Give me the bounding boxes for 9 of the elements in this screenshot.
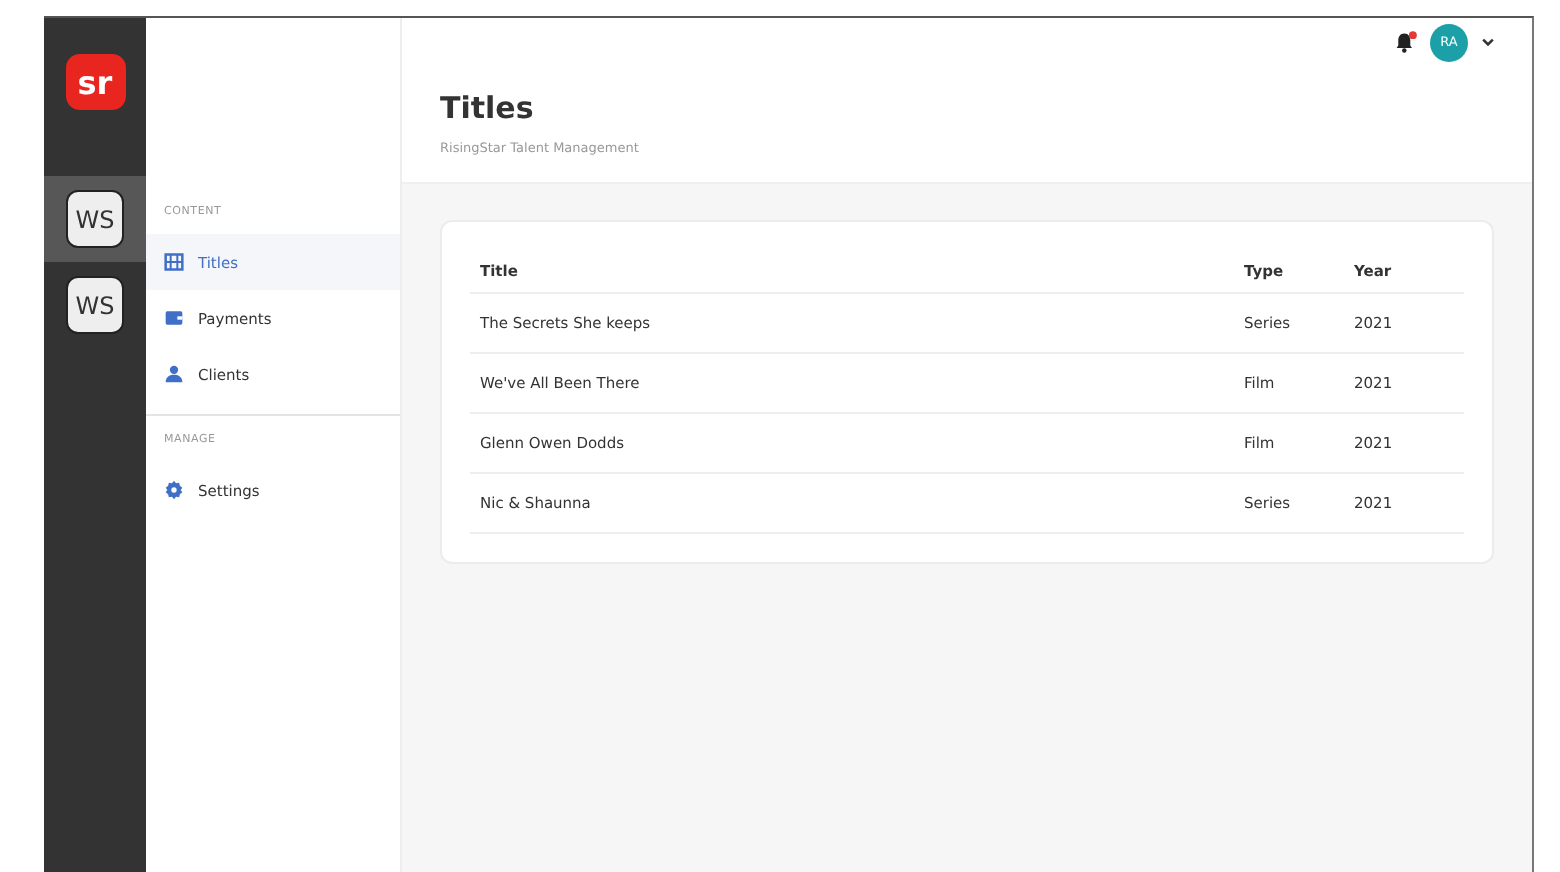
person-icon [164,364,184,384]
notification-bell-icon[interactable] [1394,30,1418,54]
workspace-button[interactable]: WS [66,190,124,248]
workspace-button[interactable]: WS [66,276,124,334]
chevron-down-icon[interactable] [1480,34,1496,50]
page-title: Titles [440,90,536,126]
wallet-icon [164,308,184,328]
logo: sr [65,54,125,110]
gear-icon [164,480,184,500]
